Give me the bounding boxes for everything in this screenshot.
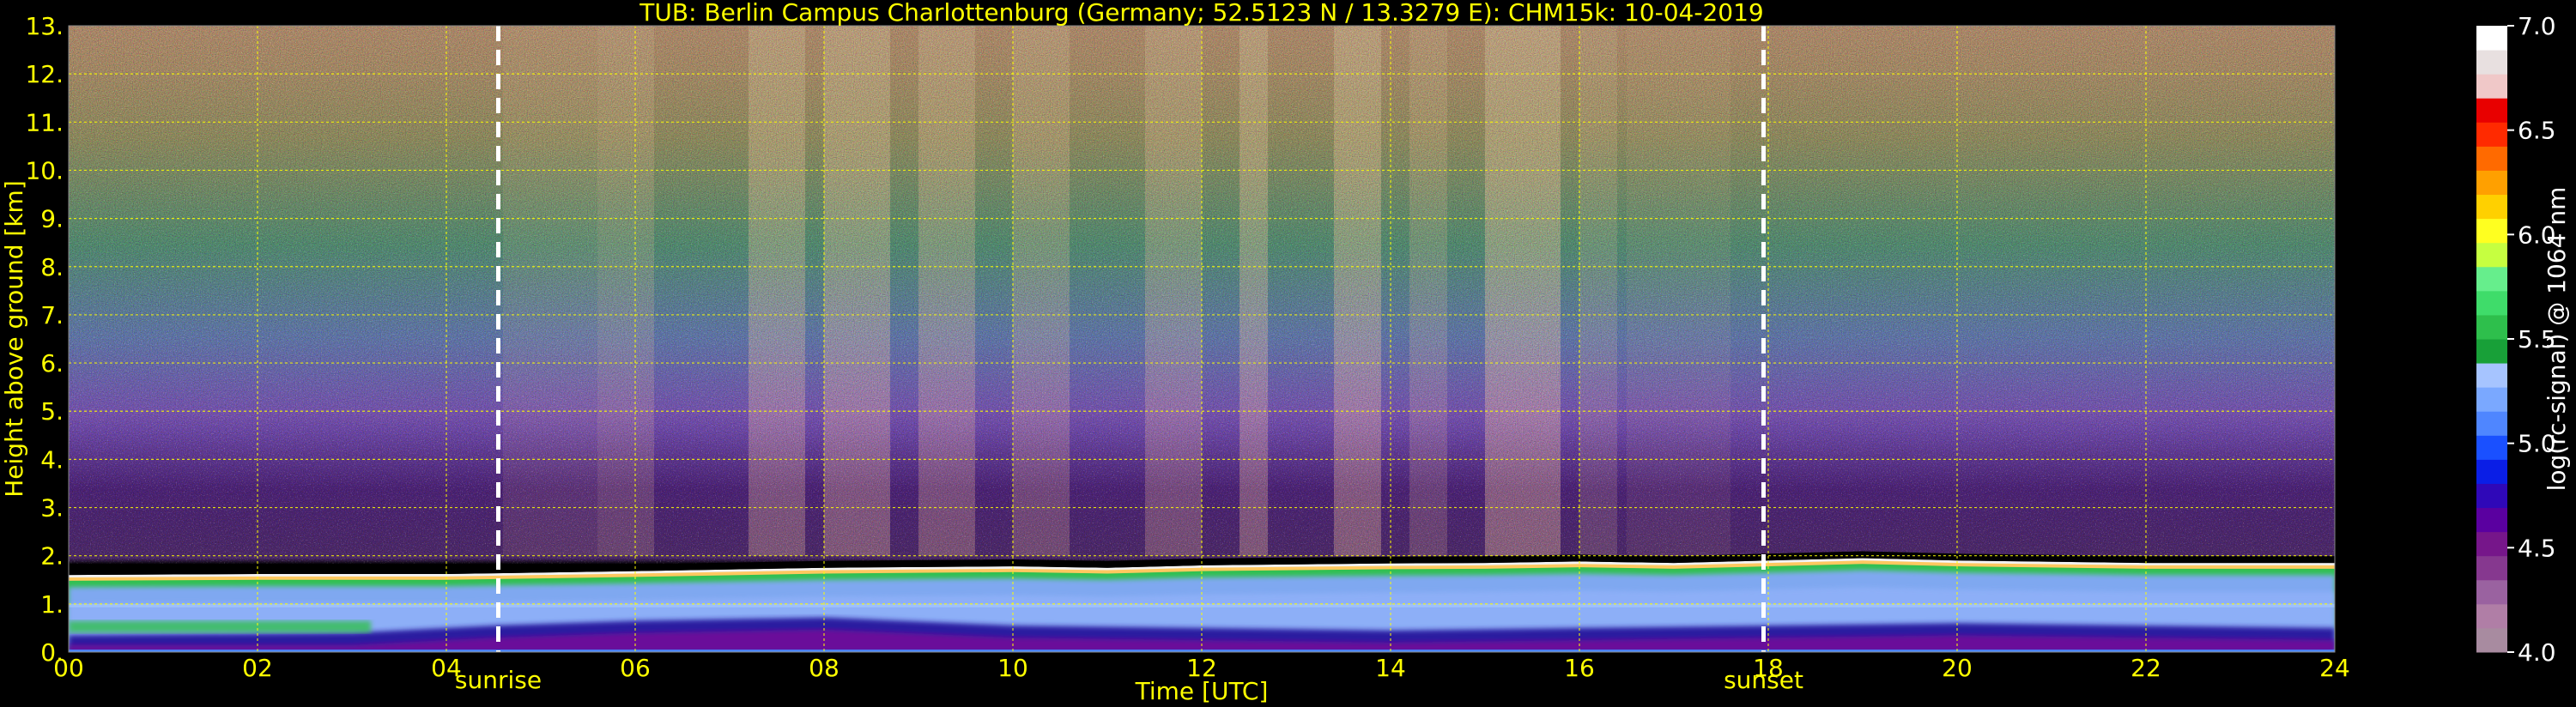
y-axis-label: Height above ground [km] (0, 180, 28, 498)
colorbar-cell (2476, 363, 2507, 388)
colorbar-cell (2476, 98, 2507, 123)
x-tick-label: 24 (2319, 654, 2350, 682)
y-axis: 0. 1. 2. 3. 4. 5. 6. 7. 8. 9. 10. 11. 12. 13. (25, 12, 64, 667)
annotation-sunset: sunset (1724, 666, 1803, 694)
x-tick-label: 02 (242, 654, 273, 682)
x-tick-label: 20 (1942, 654, 1973, 682)
colorbar-tick-label: 6.5 (2518, 117, 2556, 145)
colorbar-cell (2476, 459, 2507, 484)
x-tick-label: 22 (2131, 654, 2161, 682)
y-tick-label: 1. (40, 590, 64, 619)
annotations: sunrise sunset (455, 666, 1803, 694)
colorbar-cell (2476, 507, 2507, 533)
colorbar-cell (2476, 290, 2507, 316)
colorbar-cell (2476, 314, 2507, 340)
ceilometer-chart: 00 02 04 06 08 10 12 14 16 18 20 22 24 0.1.2.3.4.5.6… (0, 0, 2571, 705)
y-tick-label: 6. (40, 349, 64, 378)
colorbar-tick-label: 4.0 (2518, 638, 2556, 667)
colorbar-cell (2476, 579, 2507, 605)
colorbar-tick-label: 7.0 (2518, 12, 2556, 40)
colorbar-cell (2476, 627, 2507, 653)
y-tick-label: 5. (40, 397, 64, 426)
x-tick-label: 10 (997, 654, 1028, 682)
colorbar-cell (2476, 387, 2507, 412)
colorbar-cell (2476, 170, 2507, 196)
x-tick-label: 08 (809, 654, 839, 682)
colorbar-cell (2476, 411, 2507, 436)
colorbar-cell (2476, 435, 2507, 460)
colorbar-cell (2476, 26, 2507, 51)
colorbar-cell (2476, 242, 2507, 268)
x-tick-label: 16 (1564, 654, 1595, 682)
annotation-sunrise: sunrise (455, 666, 542, 694)
colorbar-cell (2476, 555, 2507, 581)
colorbar-cell (2476, 218, 2507, 244)
colorbar-cell (2476, 194, 2507, 220)
colorbar-cell (2476, 483, 2507, 509)
y-tick-label: 10. (25, 156, 64, 184)
x-tick-label: 06 (620, 654, 651, 682)
y-tick-label: 4. (40, 445, 64, 474)
colorbar-label: log(rc-signal) @ 1064 nm (2543, 187, 2571, 492)
y-tick-label: 2. (40, 542, 64, 571)
colorbar-tick-label: 4.5 (2518, 534, 2556, 562)
colorbar-cell (2476, 531, 2507, 557)
y-tick-label: 3. (40, 494, 64, 523)
x-tick-label: 14 (1375, 654, 1406, 682)
colorbar-cell (2476, 74, 2507, 99)
colorbar-cell (2476, 603, 2507, 629)
colorbar-cell (2476, 122, 2507, 147)
colorbar-cell (2476, 146, 2507, 171)
colorbar-cell (2476, 339, 2507, 364)
y-tick-label: 0. (40, 638, 64, 667)
chart-title: TUB: Berlin Campus Charlottenburg (Germa… (639, 0, 1763, 27)
x-axis-label: Time [UTC] (1135, 677, 1269, 705)
y-tick-label: 12. (25, 60, 64, 88)
y-tick-label: 13. (25, 12, 64, 40)
y-tick-label: 9. (40, 205, 64, 233)
colorbar-cell (2476, 266, 2507, 292)
y-tick-label: 11. (25, 108, 64, 136)
colorbar-cell (2476, 50, 2507, 75)
y-tick-label: 7. (40, 301, 64, 329)
y-tick-label: 8. (40, 253, 64, 281)
